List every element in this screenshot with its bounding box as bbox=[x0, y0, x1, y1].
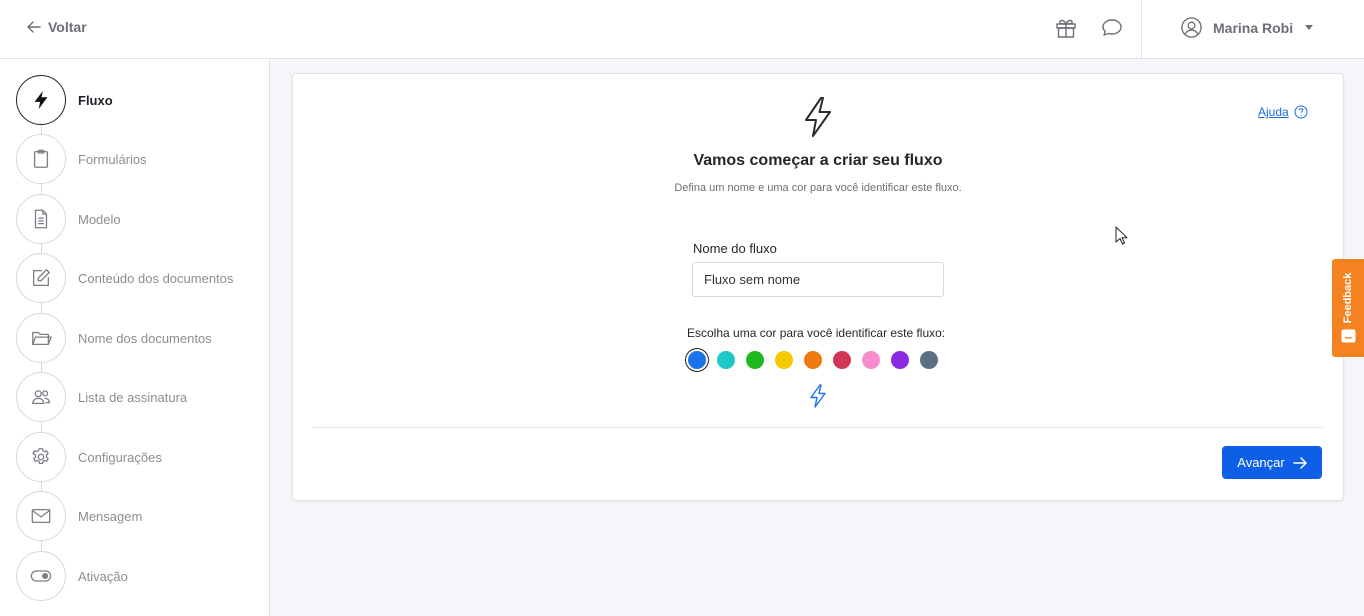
step-circle bbox=[16, 432, 66, 482]
step-circle bbox=[16, 253, 66, 303]
chat-icon[interactable] bbox=[1100, 16, 1124, 40]
step-circle bbox=[16, 372, 66, 422]
page-subtitle: Defina um nome e uma cor para você ident… bbox=[674, 182, 962, 194]
user-menu[interactable]: Marina Robi bbox=[1180, 16, 1314, 39]
color-swatch[interactable] bbox=[920, 351, 938, 369]
color-swatch[interactable] bbox=[833, 351, 851, 369]
step-label: Mensagem bbox=[78, 508, 143, 524]
help-label: Ajuda bbox=[1258, 105, 1289, 119]
help-link[interactable]: Ajuda bbox=[1258, 105, 1308, 119]
page-title: Vamos começar a criar seu fluxo bbox=[693, 152, 943, 169]
flow-setup-card: Ajuda Vamos começar a criar seu fluxo De… bbox=[292, 73, 1344, 501]
bolt-icon bbox=[805, 97, 831, 137]
step-lista-assinatura[interactable]: Lista de assinatura bbox=[16, 372, 187, 422]
step-mensagem[interactable]: Mensagem bbox=[16, 491, 142, 541]
steps-sidebar: Fluxo Formulários Modelo Conteúdo dos do… bbox=[0, 59, 270, 616]
step-label: Fluxo bbox=[78, 92, 113, 108]
header-divider bbox=[1141, 0, 1142, 59]
card-divider bbox=[313, 427, 1323, 428]
flow-name-label: Nome do fluxo bbox=[693, 241, 777, 256]
step-configuracoes[interactable]: Configurações bbox=[16, 432, 162, 482]
step-label: Configurações bbox=[78, 449, 162, 465]
step-circle bbox=[16, 194, 66, 244]
toggle-icon bbox=[30, 570, 52, 582]
bolt-preview-icon bbox=[810, 384, 826, 408]
bolt-icon bbox=[34, 90, 48, 110]
next-button-label: Avançar bbox=[1237, 455, 1285, 470]
back-button[interactable]: Voltar bbox=[26, 19, 87, 35]
feedback-face-icon bbox=[1341, 329, 1356, 343]
color-picker-label: Escolha uma cor para você identificar es… bbox=[687, 326, 946, 340]
step-circle bbox=[16, 75, 66, 125]
color-swatch[interactable] bbox=[688, 351, 706, 369]
mail-icon bbox=[31, 508, 51, 524]
color-swatch[interactable] bbox=[891, 351, 909, 369]
color-swatch[interactable] bbox=[717, 351, 735, 369]
step-modelo[interactable]: Modelo bbox=[16, 194, 121, 244]
step-label: Ativação bbox=[78, 568, 128, 584]
step-fluxo[interactable]: Fluxo bbox=[16, 75, 113, 125]
users-icon bbox=[32, 390, 50, 405]
gear-icon bbox=[32, 448, 49, 465]
step-formularios[interactable]: Formulários bbox=[16, 134, 147, 184]
chevron-down-icon bbox=[1305, 25, 1314, 30]
mouse-cursor-icon bbox=[1115, 226, 1128, 245]
folder-icon bbox=[32, 331, 52, 346]
color-swatch[interactable] bbox=[746, 351, 764, 369]
help-circle-icon bbox=[1294, 105, 1308, 119]
step-circle bbox=[16, 491, 66, 541]
back-label: Voltar bbox=[48, 19, 87, 35]
flow-name-input[interactable] bbox=[692, 262, 944, 297]
step-circle bbox=[16, 313, 66, 363]
edit-icon bbox=[33, 269, 50, 286]
step-label: Lista de assinatura bbox=[78, 389, 188, 405]
step-label: Modelo bbox=[78, 211, 121, 227]
step-nome-documentos[interactable]: Nome dos documentos bbox=[16, 313, 212, 363]
color-swatch[interactable] bbox=[775, 351, 793, 369]
color-picker bbox=[688, 351, 938, 369]
feedback-tab[interactable]: Feedback bbox=[1332, 259, 1364, 357]
arrow-left-icon bbox=[27, 21, 41, 33]
arrow-right-icon bbox=[1292, 456, 1307, 469]
document-icon bbox=[34, 209, 48, 229]
user-avatar-icon bbox=[1181, 17, 1202, 38]
step-label: Nome dos documentos bbox=[78, 330, 212, 346]
user-name: Marina Robi bbox=[1213, 19, 1294, 36]
gift-icon[interactable] bbox=[1054, 16, 1078, 40]
top-bar: Voltar Marina Robi bbox=[0, 0, 1364, 59]
step-conteudo-documentos[interactable]: Conteúdo dos documentos bbox=[16, 253, 233, 303]
color-swatch[interactable] bbox=[804, 351, 822, 369]
step-ativacao[interactable]: Ativação bbox=[16, 551, 128, 601]
feedback-label: Feedback bbox=[1342, 272, 1354, 324]
step-label: Conteúdo dos documentos bbox=[78, 270, 234, 286]
step-circle bbox=[16, 134, 66, 184]
step-label: Formulários bbox=[78, 151, 147, 167]
clipboard-icon bbox=[33, 149, 49, 168]
step-circle bbox=[16, 551, 66, 601]
color-swatch[interactable] bbox=[862, 351, 880, 369]
next-button[interactable]: Avançar bbox=[1222, 446, 1322, 479]
